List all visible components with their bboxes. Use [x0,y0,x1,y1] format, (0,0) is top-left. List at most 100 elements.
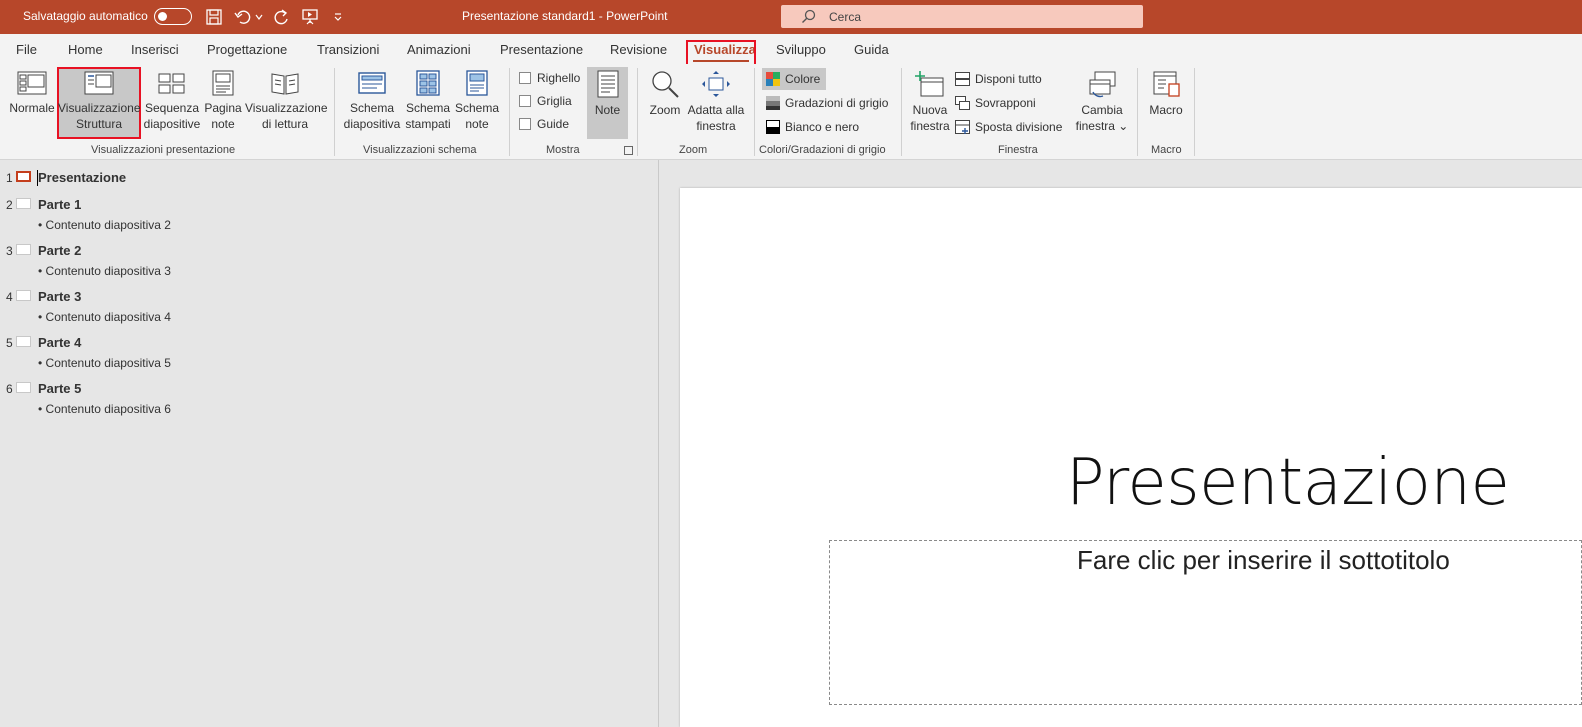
slide-sorter-label-1: Sequenza [144,101,200,115]
macro-button[interactable]: Macro [1146,70,1186,118]
notes-page-button[interactable]: Pagina note [203,70,243,132]
fit-to-window-label-2: finestra [696,119,736,133]
outline-slide-content[interactable]: • Contenuto diapositiva 2 [38,218,171,232]
customize-toolbar-icon[interactable] [333,7,343,27]
slide-thumbnail-icon[interactable] [16,198,31,209]
tab-file[interactable]: File [16,42,37,57]
reading-view-icon [271,73,299,95]
outline-slide-title[interactable]: Parte 5 [38,381,81,396]
grayscale-button[interactable]: Gradazioni di grigio [766,93,888,113]
start-slideshow-icon[interactable] [301,7,319,27]
tab-animations[interactable]: Animazioni [407,42,471,57]
tab-home[interactable]: Home [68,42,103,57]
outline-slide-title[interactable]: Parte 3 [38,289,81,304]
slide-thumbnail-icon[interactable] [16,244,31,255]
slide-title-placeholder[interactable]: Presentazione [1066,446,1510,520]
outline-slide-title[interactable]: Parte 2 [38,243,81,258]
zoom-label: Zoom [649,103,681,117]
autosave-label: Salvataggio automatico [23,9,148,23]
guides-label: Guide [537,117,570,131]
handout-master-button[interactable]: Schema stampati [404,70,452,132]
notes-master-icon [466,70,488,96]
notes-icon [597,70,618,98]
slide-master-label-2: diapositiva [343,117,401,131]
search-icon [801,9,817,28]
active-tab-underline [693,60,749,62]
slide-master-button[interactable]: Schema diapositiva [343,70,401,132]
black-white-icon [766,120,780,134]
new-window-icon [915,71,944,97]
move-split-icon [955,120,970,134]
grid-checkbox-box[interactable] [519,95,531,107]
outline-slide-content[interactable]: • Contenuto diapositiva 4 [38,310,171,324]
cascade-button[interactable]: Sovrapponi [955,93,1036,113]
save-icon[interactable] [205,7,223,27]
grid-checkbox[interactable]: Griglia [519,91,572,111]
normal-view-button[interactable]: Normale [8,70,56,116]
arrange-all-button[interactable]: Disponi tutto [955,69,1042,89]
normal-view-icon [17,71,47,95]
undo-dropdown-chevron-icon[interactable] [255,7,263,27]
ruler-checkbox[interactable]: Righello [519,68,580,88]
ribbon-separator [509,68,510,156]
tab-review[interactable]: Revisione [610,42,667,57]
move-split-button[interactable]: Sposta divisione [955,117,1062,137]
outline-pane[interactable] [0,160,659,727]
ruler-checkbox-box[interactable] [519,72,531,84]
group-label-window: Finestra [998,144,1038,156]
search-box[interactable]: Cerca [781,5,1143,28]
slide-thumbnail-icon[interactable] [16,290,31,301]
redo-icon[interactable] [272,7,290,27]
active-tab-highlight [686,40,756,66]
black-white-button[interactable]: Bianco e nero [766,117,859,137]
cascade-icon [955,96,970,110]
slide-number: 2 [6,198,13,212]
outline-view-button[interactable]: Visualizzazione Struttura [58,70,141,132]
notes-master-button[interactable]: Schema note [454,70,500,132]
outline-slide-content[interactable]: • Contenuto diapositiva 5 [38,356,171,370]
ribbon: Normale Visualizzazione Struttura Sequen… [0,64,1582,160]
slide-sorter-button[interactable]: Sequenza diapositive [142,70,202,132]
switch-window-button[interactable]: Cambia finestra ⌄ [1074,70,1130,134]
outline-slide-title[interactable]: Presentazione [38,170,126,185]
tab-design[interactable]: Progettazione [207,42,287,57]
outline-slide-content[interactable]: • Contenuto diapositiva 6 [38,402,171,416]
group-label-color: Colori/Gradazioni di grigio [759,144,886,156]
tab-insert[interactable]: Inserisci [131,42,179,57]
guides-checkbox[interactable]: Guide [519,114,569,134]
ribbon-separator [1137,68,1138,156]
arrange-all-icon [955,72,970,86]
guides-checkbox-box[interactable] [519,118,531,130]
reading-view-button[interactable]: Visualizzazione di lettura [245,70,328,132]
macro-icon [1153,71,1180,97]
outline-slide-title[interactable]: Parte 1 [38,197,81,212]
outline-slide-title[interactable]: Parte 4 [38,335,81,350]
tab-help[interactable]: Guida [854,42,889,57]
ribbon-separator [901,68,902,156]
notes-toggle-button[interactable]: Note [587,70,628,118]
color-button[interactable]: Colore [766,69,820,89]
slide-subtitle-placeholder[interactable]: Fare clic per inserire il sottotitolo [1077,545,1450,576]
slide-number: 4 [6,290,13,304]
fit-to-window-button[interactable]: Adatta alla finestra [686,70,746,134]
window-title: Presentazione standard1 - PowerPoint [462,9,668,23]
slide-thumbnail-icon[interactable] [16,171,31,182]
slide-thumbnail-icon[interactable] [16,336,31,347]
slide-thumbnail-icon[interactable] [16,382,31,393]
reading-view-label-2: di lettura [261,117,309,131]
cascade-label: Sovrapponi [975,96,1036,110]
undo-icon[interactable] [234,7,254,27]
macro-label: Macro [1149,103,1183,117]
zoom-icon [652,71,679,98]
zoom-button[interactable]: Zoom [646,70,684,118]
autosave-toggle[interactable] [154,8,192,25]
slide-sorter-label-2: diapositive [143,117,201,131]
tab-slideshow[interactable]: Presentazione [500,42,583,57]
color-icon [766,72,780,86]
outline-slide-content[interactable]: • Contenuto diapositiva 3 [38,264,171,278]
tab-developer[interactable]: Sviluppo [776,42,826,57]
new-window-button[interactable]: Nuova finestra [908,70,952,134]
tab-transitions[interactable]: Transizioni [317,42,379,57]
normal-view-label: Normale [9,101,55,115]
show-dialog-launcher-icon[interactable] [624,146,633,155]
